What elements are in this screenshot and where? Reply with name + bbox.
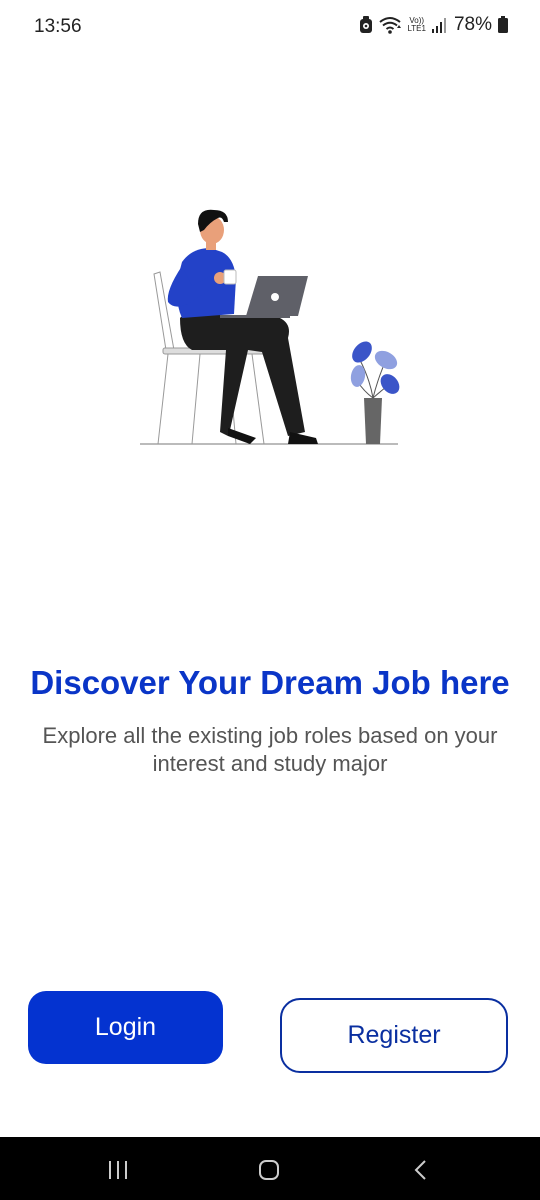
person-with-laptop-illustration [140, 209, 400, 445]
headline: Discover Your Dream Job here [30, 664, 510, 701]
login-button[interactable]: Login [28, 991, 223, 1064]
screen: 13:56 Vo)) LTE1 78% Discover Your Dream … [0, 0, 540, 1200]
wifi-icon [379, 16, 402, 34]
status-icons: Vo)) LTE1 78% [359, 14, 508, 36]
home-icon[interactable] [254, 1155, 284, 1185]
battery-icon [498, 16, 508, 34]
register-button[interactable]: Register [280, 998, 508, 1073]
volte-icon: Vo)) LTE1 [407, 17, 426, 33]
android-auto-icon [359, 16, 373, 34]
status-bar: 13:56 Vo)) LTE1 78% [0, 0, 540, 56]
status-time: 13:56 [34, 16, 82, 37]
system-nav-bar [0, 1137, 540, 1200]
volte-bottom-label: LTE1 [407, 24, 426, 33]
battery-percent: 78% [453, 14, 492, 35]
recent-apps-icon[interactable] [103, 1155, 133, 1185]
hero-illustration [130, 200, 410, 450]
back-icon[interactable] [406, 1155, 436, 1185]
signal-icon [431, 16, 448, 34]
subtext: Explore all the existing job roles based… [42, 723, 498, 776]
